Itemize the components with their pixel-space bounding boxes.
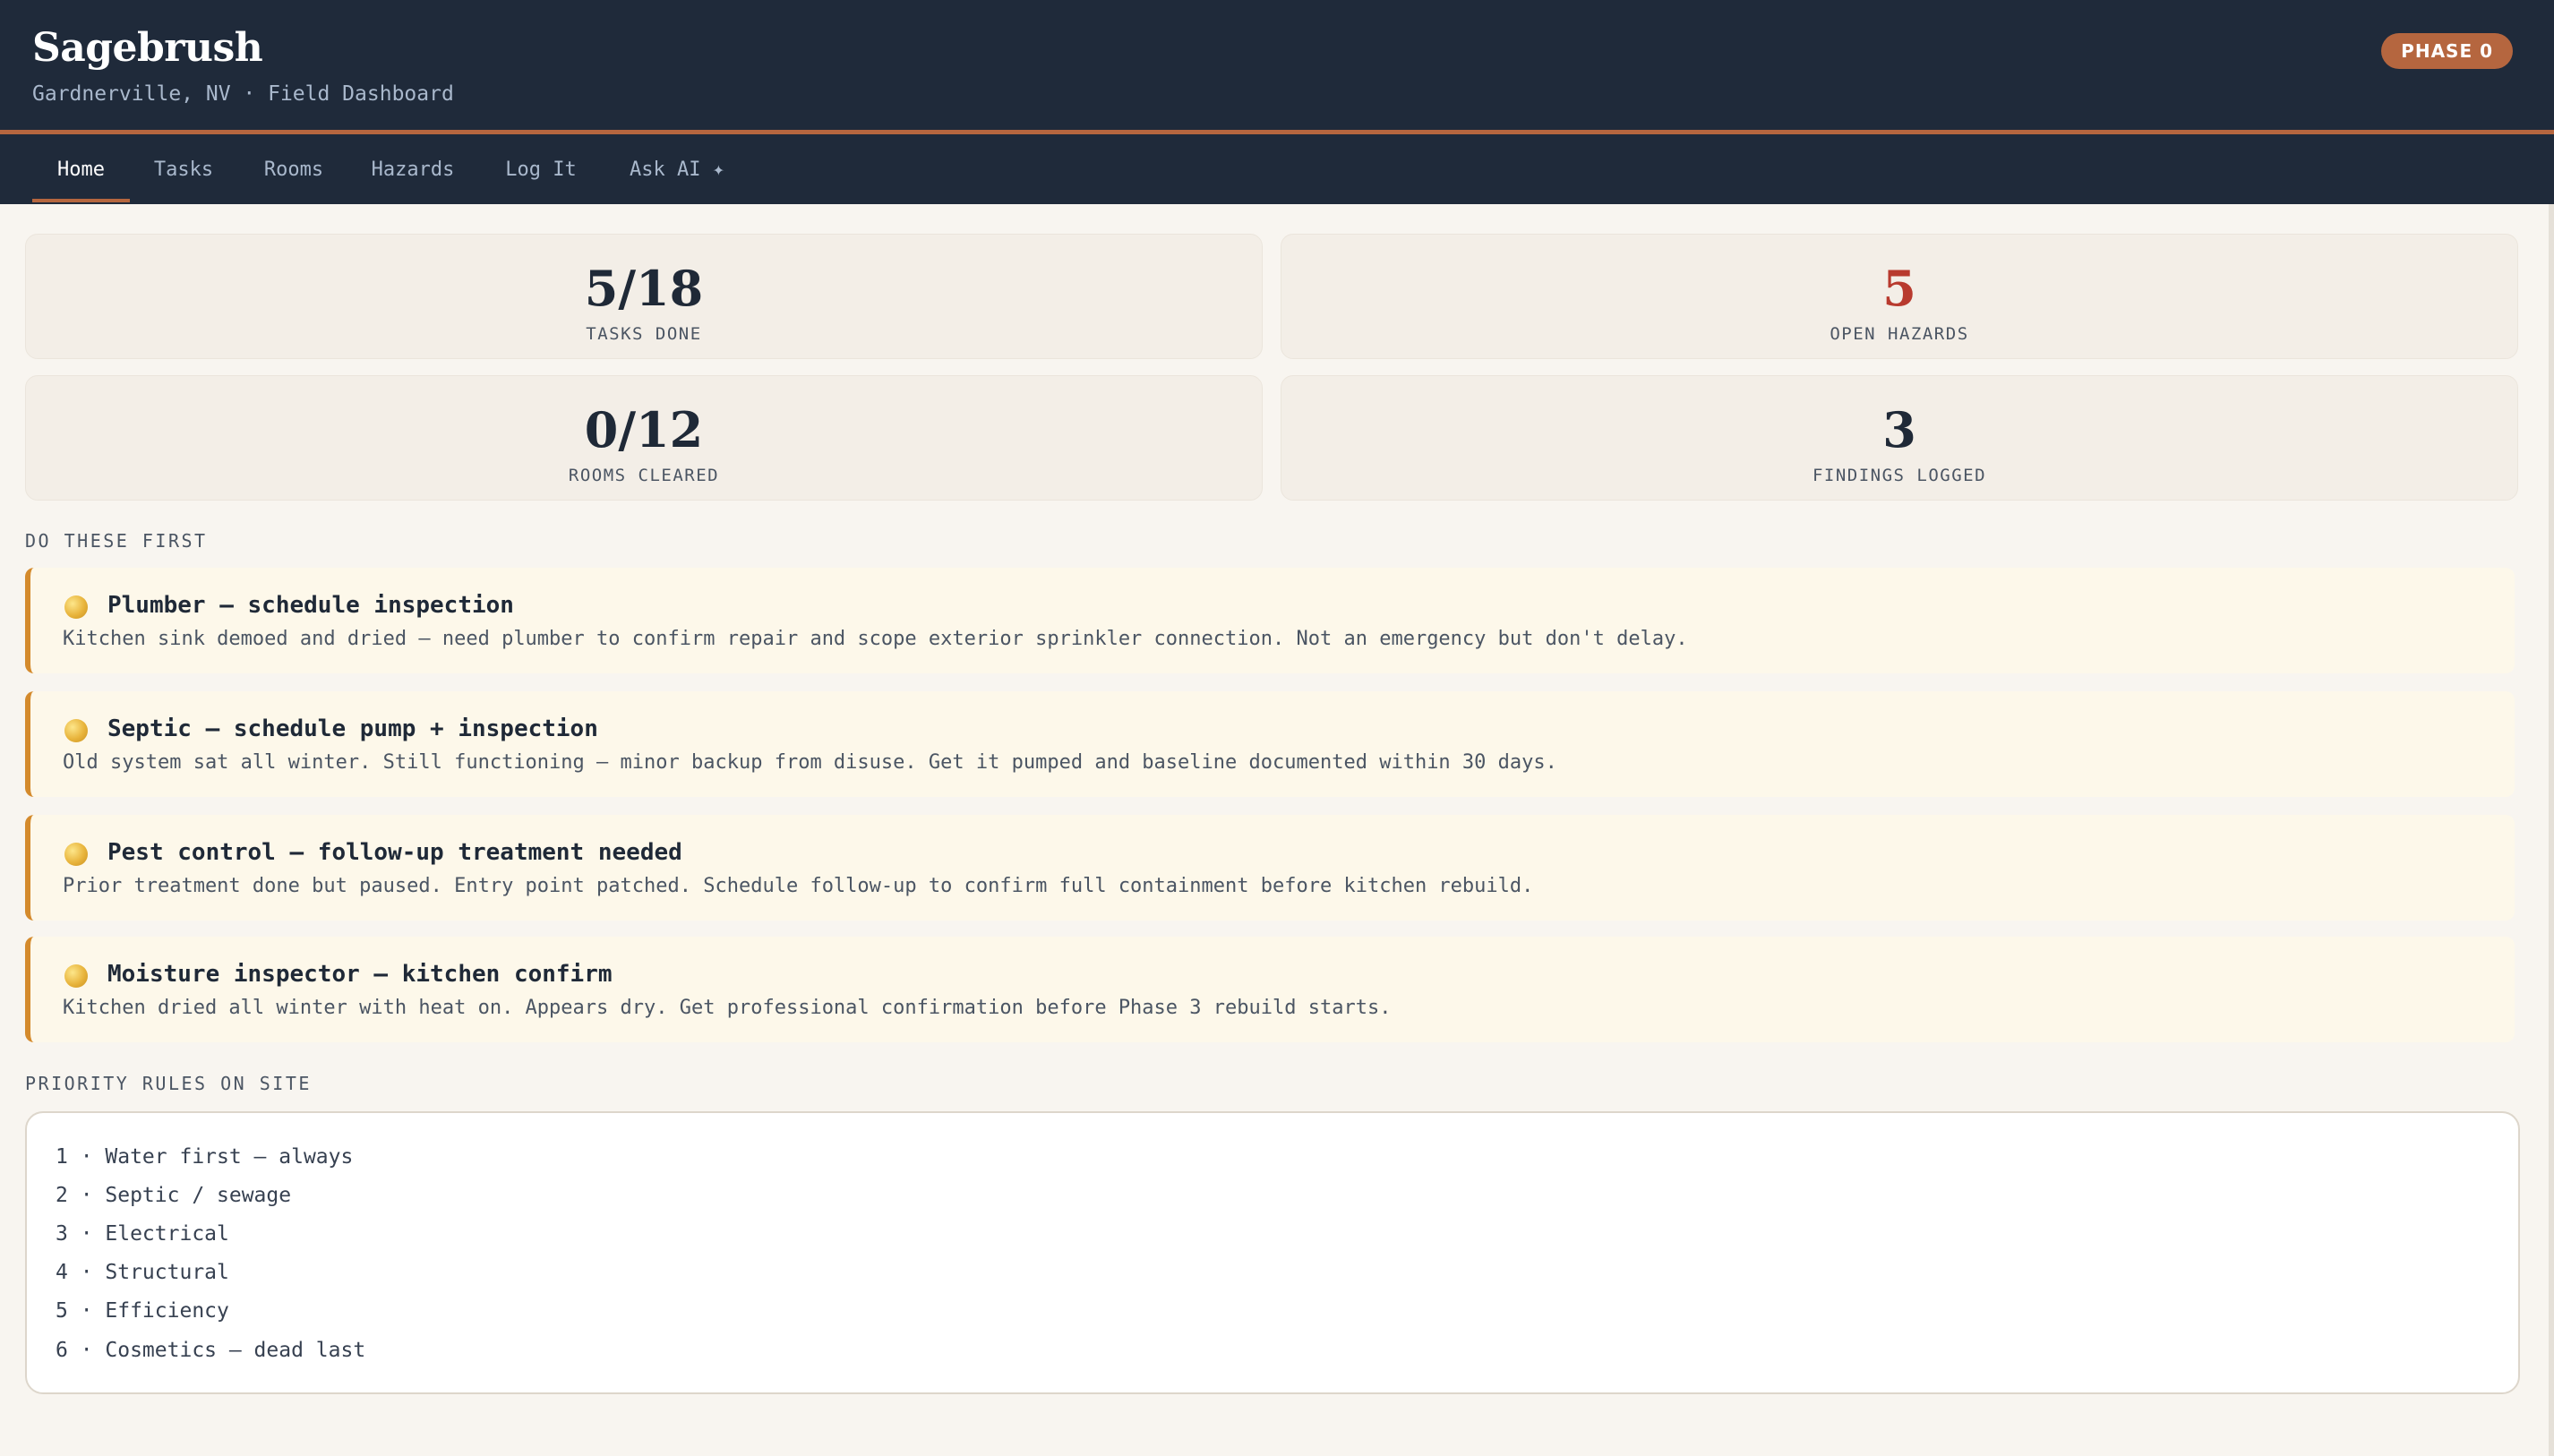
stat-label: FINDINGS LOGGED (1812, 466, 1987, 485)
app-title: Sagebrush (32, 25, 263, 71)
tab-hazards[interactable]: Hazards (360, 134, 466, 204)
section-title-do-these-first: DO THESE FIRST (25, 530, 208, 552)
rule-item: 6 · Cosmetics — dead last (56, 1339, 366, 1362)
stat-value: 0/12 (584, 401, 704, 458)
stat-card-open-hazards: 5 OPEN HAZARDS (1281, 234, 2518, 359)
stat-card-rooms-cleared: 0/12 ROOMS CLEARED (25, 375, 1263, 501)
tab-home[interactable]: Home (32, 134, 130, 204)
rule-item: 1 · Water first — always (56, 1145, 354, 1169)
rule-item: 3 · Electrical (56, 1222, 229, 1246)
task-description: Kitchen sink demoed and dried — need plu… (63, 628, 1688, 650)
tab-log-it[interactable]: Log It (494, 134, 587, 204)
stat-label: ROOMS CLEARED (568, 466, 720, 485)
rule-item: 5 · Efficiency (56, 1299, 229, 1323)
tab-ask-ai[interactable]: Ask AI ✦ (618, 134, 736, 204)
app-subtitle: Gardnerville, NV · Field Dashboard (32, 82, 454, 106)
task-description: Kitchen dried all winter with heat on. A… (63, 997, 1392, 1019)
stat-card-tasks-done: 5/18 TASKS DONE (25, 234, 1263, 359)
stat-card-findings-logged: 3 FINDINGS LOGGED (1281, 375, 2518, 501)
priority-task-card[interactable]: Septic — schedule pump + inspection Old … (25, 691, 2515, 797)
tab-rooms[interactable]: Rooms (251, 134, 337, 204)
rule-item: 2 · Septic / sewage (56, 1184, 292, 1207)
rule-item: 4 · Structural (56, 1261, 229, 1284)
task-description: Prior treatment done but paused. Entry p… (63, 875, 1534, 897)
tab-tasks[interactable]: Tasks (143, 134, 224, 204)
page-scrollbar[interactable] (2549, 204, 2554, 1456)
yellow-circle-icon (64, 719, 88, 742)
section-title-priority-rules: PRIORITY RULES ON SITE (25, 1073, 312, 1094)
phase-badge: PHASE 0 (2381, 33, 2513, 69)
stat-value: 5 (1882, 260, 1916, 317)
priority-task-card[interactable]: Pest control — follow-up treatment neede… (25, 815, 2515, 921)
stat-label: OPEN HAZARDS (1830, 324, 1969, 344)
task-title: Plumber — schedule inspection (107, 592, 514, 619)
yellow-circle-icon (64, 843, 88, 866)
task-title: Septic — schedule pump + inspection (107, 715, 598, 742)
stat-value: 3 (1882, 401, 1916, 458)
nav-bar: Home Tasks Rooms Hazards Log It Ask AI ✦ (0, 134, 2554, 204)
task-description: Old system sat all winter. Still functio… (63, 751, 1557, 774)
stat-value: 5/18 (584, 260, 704, 317)
task-title: Moisture inspector — kitchen confirm (107, 961, 613, 988)
task-title: Pest control — follow-up treatment neede… (107, 839, 682, 866)
priority-rules-box: 1 · Water first — always 2 · Septic / se… (25, 1111, 2520, 1394)
yellow-circle-icon (64, 964, 88, 988)
priority-task-card[interactable]: Moisture inspector — kitchen confirm Kit… (25, 937, 2515, 1042)
app-header: Sagebrush Gardnerville, NV · Field Dashb… (0, 0, 2554, 134)
priority-task-card[interactable]: Plumber — schedule inspection Kitchen si… (25, 568, 2515, 673)
stat-label: TASKS DONE (586, 324, 702, 344)
yellow-circle-icon (64, 595, 88, 619)
